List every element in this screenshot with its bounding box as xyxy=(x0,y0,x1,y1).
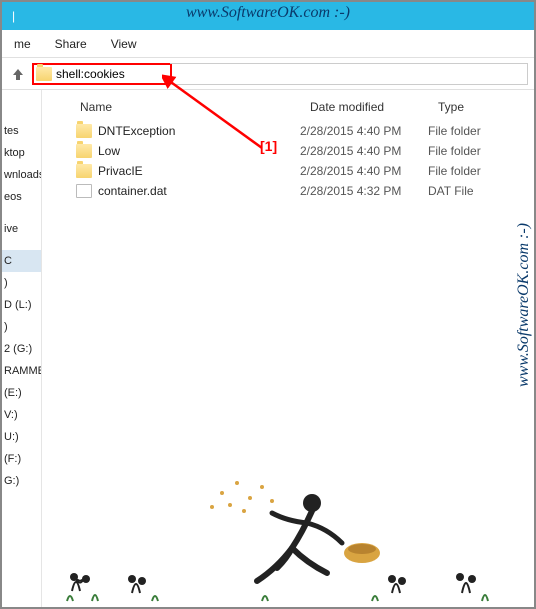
address-text[interactable]: shell:cookies xyxy=(56,67,168,81)
folder-icon xyxy=(76,124,92,138)
file-date: 2/28/2015 4:40 PM xyxy=(300,144,428,158)
column-header-type[interactable]: Type xyxy=(434,98,534,116)
up-arrow-icon[interactable] xyxy=(8,64,28,84)
file-name: DNTException xyxy=(98,124,175,138)
sidebar-item[interactable]: 2 (G:) xyxy=(2,338,41,360)
file-date: 2/28/2015 4:40 PM xyxy=(300,164,428,178)
file-row[interactable]: container.dat 2/28/2015 4:32 PM DAT File xyxy=(76,181,534,201)
file-name: Low xyxy=(98,144,120,158)
address-bar-row: shell:cookies xyxy=(2,58,534,90)
sidebar-item[interactable]: U:) xyxy=(2,426,41,448)
titlebar-separator: | xyxy=(12,9,15,23)
sidebar-item[interactable]: eos xyxy=(2,186,41,208)
sidebar-item[interactable] xyxy=(2,98,41,120)
sidebar-item[interactable]: RAMME (D:) xyxy=(2,360,41,382)
file-type: File folder xyxy=(428,144,481,158)
sidebar-item[interactable]: ktop xyxy=(2,142,41,164)
tab-share[interactable]: Share xyxy=(43,31,99,57)
ribbon-tabs: me Share View xyxy=(2,30,534,58)
sidebar-item[interactable]: C xyxy=(2,250,41,272)
column-header-name[interactable]: Name xyxy=(76,98,306,116)
file-date: 2/28/2015 4:32 PM xyxy=(300,184,428,198)
sidebar-item[interactable]: D (L:) xyxy=(2,294,41,316)
file-type: File folder xyxy=(428,164,481,178)
sidebar-item[interactable]: wnloads xyxy=(2,164,41,186)
column-header-date[interactable]: Date modified xyxy=(306,98,434,116)
column-headers: Name Date modified Type xyxy=(76,98,534,117)
sidebar-item[interactable]: (E:) xyxy=(2,382,41,404)
file-type: DAT File xyxy=(428,184,474,198)
file-name: PrivacIE xyxy=(98,164,143,178)
file-icon xyxy=(76,184,92,198)
sidebar-item[interactable]: ) xyxy=(2,316,41,338)
folder-icon xyxy=(76,144,92,158)
folder-icon xyxy=(76,164,92,178)
file-row[interactable]: DNTException 2/28/2015 4:40 PM File fold… xyxy=(76,121,534,141)
address-bar[interactable]: shell:cookies xyxy=(32,63,172,85)
sidebar-item[interactable]: G:) xyxy=(2,470,41,492)
tab-view[interactable]: View xyxy=(99,31,149,57)
main-area: tes ktop wnloads eos ive C ) D (L:) ) 2 … xyxy=(2,90,534,607)
file-list-pane: Name Date modified Type DNTException 2/2… xyxy=(42,90,534,607)
file-row[interactable]: Low 2/28/2015 4:40 PM File folder xyxy=(76,141,534,161)
file-row[interactable]: PrivacIE 2/28/2015 4:40 PM File folder xyxy=(76,161,534,181)
navigation-pane[interactable]: tes ktop wnloads eos ive C ) D (L:) ) 2 … xyxy=(2,90,42,607)
folder-icon xyxy=(36,67,52,81)
address-bar-extent[interactable] xyxy=(170,63,528,85)
titlebar: | xyxy=(2,2,534,30)
file-date: 2/28/2015 4:40 PM xyxy=(300,124,428,138)
tab-home[interactable]: me xyxy=(2,31,43,57)
sidebar-item[interactable]: ive xyxy=(2,218,41,240)
sidebar-item[interactable]: ) xyxy=(2,272,41,294)
sidebar-item[interactable]: (F:) xyxy=(2,448,41,470)
file-type: File folder xyxy=(428,124,481,138)
sidebar-item[interactable]: tes xyxy=(2,120,41,142)
file-name: container.dat xyxy=(98,184,167,198)
sidebar-item[interactable]: V:) xyxy=(2,404,41,426)
